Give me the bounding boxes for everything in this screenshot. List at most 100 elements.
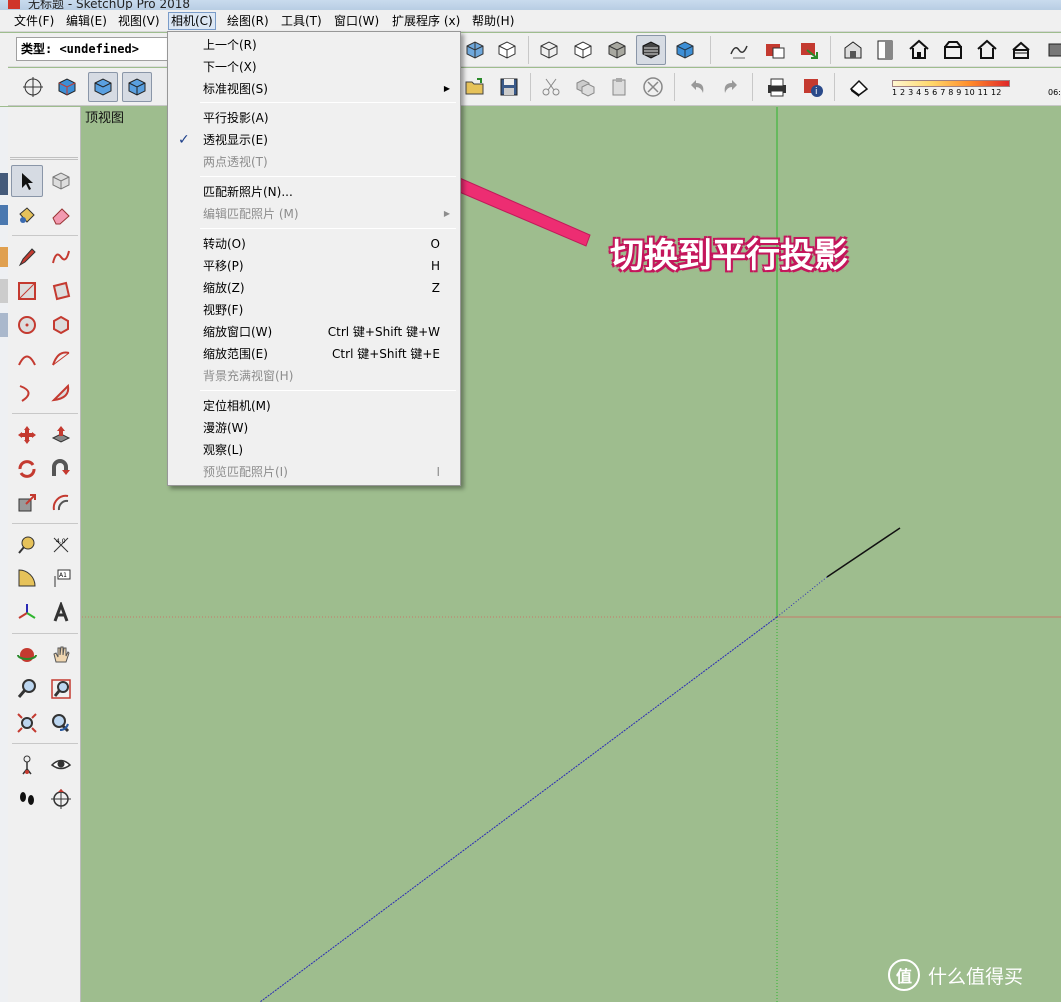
copy-icon[interactable] <box>570 72 600 102</box>
menu-item-standard-views[interactable]: 标准视图(S) ▶ <box>170 78 458 100</box>
style-shaded-textures-icon[interactable] <box>636 35 666 65</box>
top-view-box-icon[interactable] <box>88 72 118 102</box>
view-top-icon[interactable] <box>870 35 900 65</box>
warehouse-share-model-icon[interactable] <box>794 35 824 65</box>
view-bottom-icon[interactable] <box>1042 35 1061 65</box>
erase-delete-icon[interactable] <box>638 72 668 102</box>
warehouse-get-models-icon[interactable] <box>760 35 790 65</box>
section-plane-icon[interactable] <box>45 783 77 815</box>
redo-icon[interactable] <box>716 72 746 102</box>
rectangle-icon[interactable] <box>11 275 43 307</box>
menu-item-position-camera[interactable]: 定位相机(M) <box>170 395 458 417</box>
rotated-rectangle-icon[interactable] <box>45 275 77 307</box>
dimension-icon[interactable]: 4.0 <box>45 529 77 561</box>
paint-bucket-icon[interactable] <box>11 199 43 231</box>
style-hidden-line-icon[interactable] <box>568 35 598 65</box>
sandbox-icon[interactable] <box>724 35 754 65</box>
view-left-icon[interactable] <box>1006 35 1036 65</box>
make-component-icon[interactable] <box>45 165 77 197</box>
walk-footprints-icon[interactable] <box>11 783 43 815</box>
type-field[interactable]: 类型: <undefined> <box>16 37 171 61</box>
iso-view-box-icon[interactable] <box>122 72 152 102</box>
menu-extensions[interactable]: 扩展程序 (x) <box>390 12 462 30</box>
menu-item-edit-matched-photo[interactable]: 编辑匹配照片 (M) ▶ <box>170 203 458 225</box>
arc-icon[interactable] <box>11 343 43 375</box>
rotate-icon[interactable] <box>11 453 43 485</box>
polygon-icon[interactable] <box>45 309 77 341</box>
select-arrow-icon[interactable] <box>11 165 43 197</box>
menu-item-zoom-to-photo[interactable]: 背景充满视窗(H) <box>170 365 458 387</box>
previous-view-icon[interactable] <box>45 707 77 739</box>
orbit-icon[interactable] <box>11 639 43 671</box>
menu-item-zoom[interactable]: 缩放(Z) Z <box>170 277 458 299</box>
zoom-window-icon[interactable] <box>45 673 77 705</box>
zoom-icon[interactable] <box>11 673 43 705</box>
menu-item-look-around[interactable]: 观察(L) <box>170 439 458 461</box>
follow-me-icon[interactable] <box>45 453 77 485</box>
menu-item-field-of-view[interactable]: 视野(F) <box>170 299 458 321</box>
undo-icon[interactable] <box>682 72 712 102</box>
menu-item-two-point-perspective[interactable]: 两点透视(T) <box>170 151 458 173</box>
walk-box-icon[interactable] <box>52 72 82 102</box>
pie-icon[interactable] <box>45 377 77 409</box>
menu-camera[interactable]: 相机(C) <box>168 12 216 30</box>
pan-hand-icon[interactable] <box>45 639 77 671</box>
menu-item-zoom-extents[interactable]: 缩放范围(E) Ctrl 键+Shift 键+E <box>170 343 458 365</box>
shadow-slider-bar[interactable] <box>892 80 1010 87</box>
freehand-icon[interactable] <box>45 241 77 273</box>
save-icon[interactable] <box>494 72 524 102</box>
eraser-style-icon[interactable] <box>844 72 874 102</box>
push-pull-icon[interactable] <box>45 419 77 451</box>
shadow-time-scale[interactable]: 1 2 3 4 5 6 7 8 9 10 11 12 <box>886 80 1016 100</box>
3d-text-icon[interactable] <box>45 597 77 629</box>
move-icon[interactable] <box>11 419 43 451</box>
menu-help[interactable]: 帮助(H) <box>470 12 516 30</box>
three-point-arc-icon[interactable] <box>11 377 43 409</box>
look-around-eye-icon[interactable] <box>45 749 77 781</box>
print-icon[interactable] <box>762 72 792 102</box>
axes-icon[interactable] <box>11 597 43 629</box>
view-iso-icon[interactable] <box>838 35 868 65</box>
paste-icon[interactable] <box>604 72 634 102</box>
camera-menu-dropdown: 上一个(R) 下一个(X) 标准视图(S) ▶ 平行投影(A) ✓ 透视显示(E… <box>167 31 461 486</box>
model-info-icon[interactable]: i <box>798 72 828 102</box>
style-monochrome-icon[interactable] <box>670 35 700 65</box>
position-camera-icon[interactable] <box>18 72 48 102</box>
tape-measure-icon[interactable] <box>11 529 43 561</box>
menu-file[interactable]: 文件(F) <box>12 12 56 30</box>
menu-item-pan[interactable]: 平移(P) H <box>170 255 458 277</box>
menu-item-preview-matched-photo[interactable]: 预览匹配照片(I) I <box>170 461 458 483</box>
zoom-extents-icon[interactable] <box>11 707 43 739</box>
menu-item-zoom-window[interactable]: 缩放窗口(W) Ctrl 键+Shift 键+W <box>170 321 458 343</box>
menu-edit[interactable]: 编辑(E) <box>64 12 109 30</box>
menu-item-parallel-projection[interactable]: 平行投影(A) <box>170 107 458 129</box>
menu-window[interactable]: 窗口(W) <box>332 12 381 30</box>
menu-item-perspective[interactable]: ✓ 透视显示(E) <box>170 129 458 151</box>
two-point-arc-icon[interactable] <box>45 343 77 375</box>
style-xray-icon[interactable] <box>460 35 490 65</box>
menu-item-walk[interactable]: 漫游(W) <box>170 417 458 439</box>
menu-view[interactable]: 视图(V) <box>116 12 162 30</box>
view-front-icon[interactable] <box>904 35 934 65</box>
view-right-icon[interactable] <box>938 35 968 65</box>
menu-item-next[interactable]: 下一个(X) <box>170 56 458 78</box>
circle-icon[interactable] <box>11 309 43 341</box>
menu-item-match-new-photo[interactable]: 匹配新照片(N)... <box>170 181 458 203</box>
style-backedges-icon[interactable] <box>492 35 522 65</box>
line-pencil-icon[interactable] <box>11 241 43 273</box>
open-folder-icon[interactable] <box>460 72 490 102</box>
menu-item-previous[interactable]: 上一个(R) <box>170 34 458 56</box>
scale-icon[interactable] <box>11 487 43 519</box>
menu-draw[interactable]: 绘图(R) <box>225 12 271 30</box>
position-camera-tool-icon[interactable] <box>11 749 43 781</box>
style-wireframe-icon[interactable] <box>534 35 564 65</box>
view-back-icon[interactable] <box>972 35 1002 65</box>
protractor-icon[interactable] <box>11 563 43 595</box>
cut-icon[interactable] <box>536 72 566 102</box>
menu-item-orbit[interactable]: 转动(O) O <box>170 233 458 255</box>
style-shaded-icon[interactable] <box>602 35 632 65</box>
menu-tools[interactable]: 工具(T) <box>279 12 324 30</box>
offset-icon[interactable] <box>45 487 77 519</box>
eraser-icon[interactable] <box>45 199 77 231</box>
text-label-icon[interactable]: A1 <box>45 563 77 595</box>
